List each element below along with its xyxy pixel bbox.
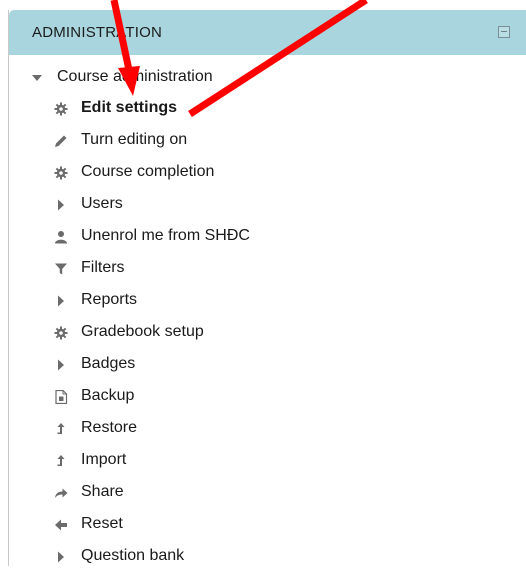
nav-item-share[interactable]: Share xyxy=(9,482,409,506)
nav-item-label: Import xyxy=(81,451,127,468)
caret-down-icon xyxy=(32,75,42,81)
share-icon xyxy=(55,488,68,498)
nav-item-label: Course completion xyxy=(81,163,215,180)
nav-item-course-completion[interactable]: Course completion xyxy=(9,162,409,186)
nav-item-label: Unenrol me from SHĐC xyxy=(81,227,250,244)
caret-right-icon xyxy=(58,295,64,307)
nav-item-import[interactable]: Import xyxy=(9,450,409,474)
nav-item-label: Backup xyxy=(81,387,135,404)
nav-item-reset[interactable]: Reset xyxy=(9,514,409,538)
tree-root-course-administration[interactable]: Course administration xyxy=(9,67,409,89)
nav-item-badges[interactable]: Badges xyxy=(9,354,409,378)
nav-item-reports[interactable]: Reports xyxy=(9,290,409,314)
nav-item-label: Users xyxy=(81,195,123,212)
upload-icon xyxy=(57,423,65,434)
caret-right-icon xyxy=(58,199,64,211)
nav-item-label: Turn editing on xyxy=(81,131,188,148)
nav-item-label: Filters xyxy=(81,259,125,276)
nav-item-label: Gradebook setup xyxy=(81,323,204,340)
pencil-icon xyxy=(55,135,67,147)
nav-item-users[interactable]: Users xyxy=(9,194,409,218)
nav-item-label: Edit settings xyxy=(81,99,178,116)
nav-item-backup[interactable]: Backup xyxy=(9,386,409,410)
administration-block: ADMINISTRATION Course administration Edi… xyxy=(8,10,526,566)
tree-root-label: Course administration xyxy=(57,68,213,85)
nav-item-question-bank[interactable]: Question bank xyxy=(9,546,409,570)
gear-icon xyxy=(54,326,68,340)
gear-icon xyxy=(54,102,68,116)
block-header: ADMINISTRATION xyxy=(9,10,526,55)
caret-right-icon xyxy=(58,359,64,371)
user-icon xyxy=(55,231,67,244)
nav-item-label: Question bank xyxy=(81,547,185,564)
nav-item-edit-settings[interactable]: Edit settings xyxy=(9,98,409,122)
block-title: ADMINISTRATION xyxy=(32,24,163,41)
nav-item-restore[interactable]: Restore xyxy=(9,418,409,442)
nav-item-filters[interactable]: Filters xyxy=(9,258,409,282)
nav-item-label: Badges xyxy=(81,355,136,372)
nav-item-turn-editing-on[interactable]: Turn editing on xyxy=(9,130,409,154)
nav-item-unenrol[interactable]: Unenrol me from SHĐC xyxy=(9,226,409,250)
upload-icon xyxy=(57,455,65,466)
gear-icon xyxy=(54,166,68,180)
nav-item-gradebook-setup[interactable]: Gradebook setup xyxy=(9,322,409,346)
arrow-left-icon xyxy=(55,519,67,531)
nav-item-label: Reports xyxy=(81,291,138,308)
nav-item-label: Restore xyxy=(81,419,138,436)
filter-icon xyxy=(55,263,67,275)
file-icon xyxy=(55,390,68,404)
nav-item-label: Reset xyxy=(81,515,123,532)
nav-item-label: Share xyxy=(81,483,124,500)
caret-right-icon xyxy=(58,551,64,563)
collapse-block-icon[interactable] xyxy=(498,26,510,38)
